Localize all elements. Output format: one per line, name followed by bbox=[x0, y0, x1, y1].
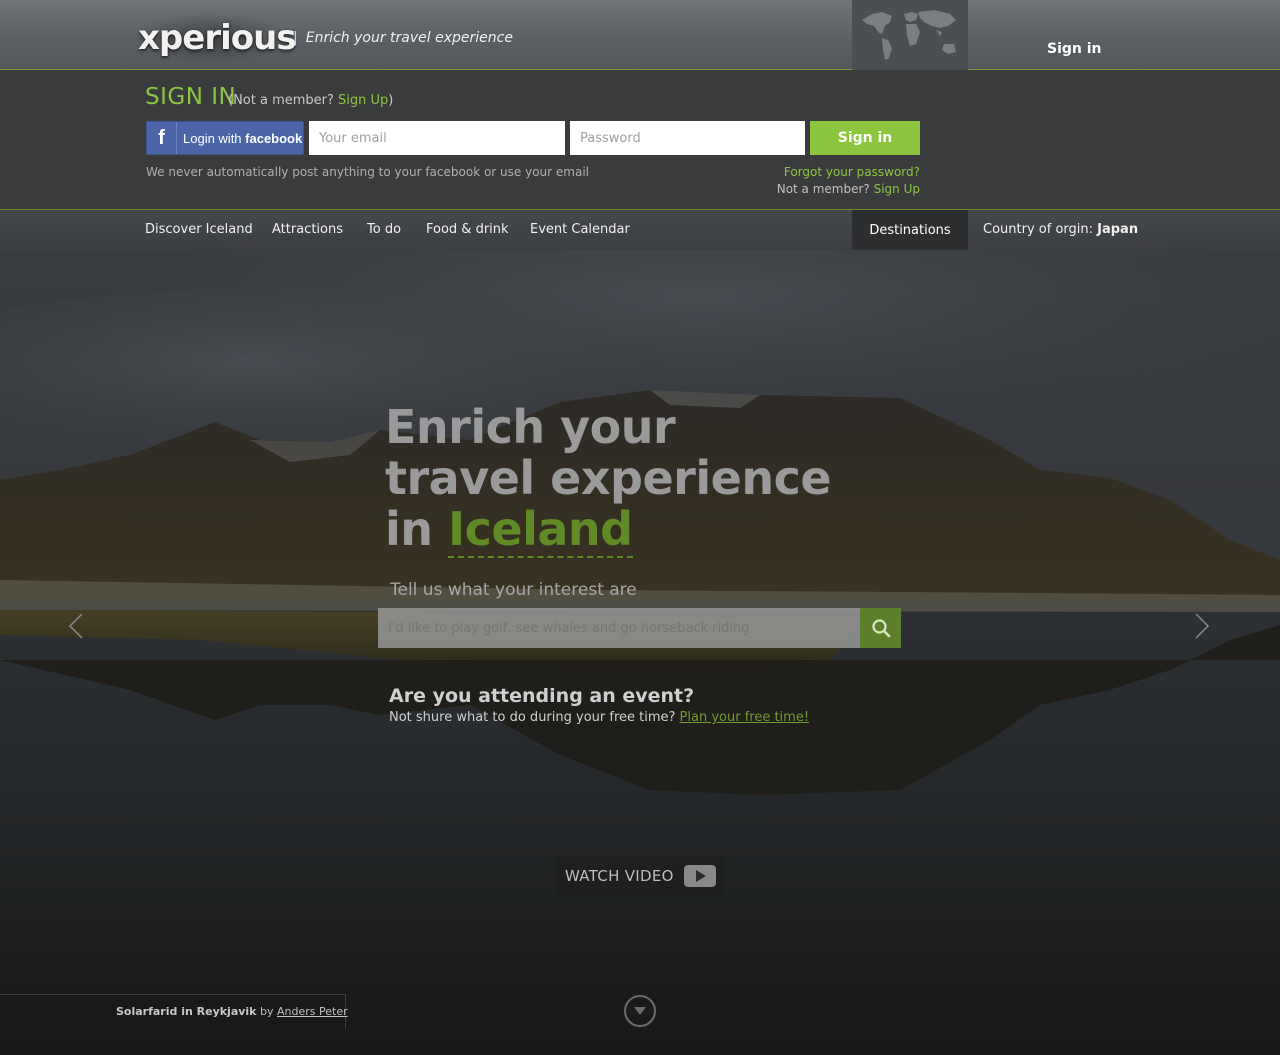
photo-author-link[interactable]: Anders Peter bbox=[277, 1005, 348, 1018]
sign-in-sub-suffix: ) bbox=[388, 93, 394, 108]
search-icon bbox=[871, 619, 890, 638]
tagline-text: Enrich your travel experience bbox=[305, 30, 513, 46]
play-video-icon bbox=[683, 865, 716, 887]
watch-video-button[interactable]: WATCH VIDEO bbox=[556, 857, 724, 895]
nav-item-to-do[interactable]: To do bbox=[367, 222, 401, 237]
interest-search-input[interactable] bbox=[378, 608, 860, 648]
facebook-login-brand: facebook bbox=[245, 130, 303, 146]
tagline-separator: | bbox=[293, 30, 298, 46]
plan-free-time-link[interactable]: Plan your free time! bbox=[680, 710, 810, 725]
not-member-prefix: Not a member? bbox=[776, 182, 874, 196]
facebook-login-button[interactable]: f Login with facebook bbox=[146, 121, 304, 155]
sign-in-sub-prefix: (Not a member? bbox=[228, 93, 339, 108]
photo-credit: Solarfarid in Reykjavik by Anders Peter bbox=[116, 1005, 348, 1018]
photo-by: by bbox=[256, 1005, 278, 1018]
nav-item-food-drink[interactable]: Food & drink bbox=[426, 222, 509, 237]
headline-line-2: travel experience bbox=[385, 451, 832, 505]
password-input[interactable] bbox=[570, 121, 805, 155]
headline-line-3-prefix: in bbox=[385, 502, 449, 556]
top-bar: xperious | Enrich your travel experience … bbox=[0, 0, 1280, 70]
sign-in-button[interactable]: Sign in bbox=[810, 121, 920, 155]
event-sub-prefix: Not shure what to do during your free ti… bbox=[389, 710, 680, 725]
main-nav: Discover Iceland Attractions To do Food … bbox=[0, 210, 1280, 250]
facebook-login-label: Login with facebook bbox=[177, 131, 302, 146]
sign-in-title: SIGN IN bbox=[145, 84, 237, 110]
country-value: Japan bbox=[1097, 222, 1139, 237]
sign-up-link[interactable]: Sign Up bbox=[338, 93, 388, 108]
email-input[interactable] bbox=[309, 121, 565, 155]
country-of-origin[interactable]: Country of orgin: Japan bbox=[983, 222, 1138, 237]
scroll-down-button[interactable] bbox=[624, 995, 656, 1027]
watch-video-label: WATCH VIDEO bbox=[565, 867, 674, 885]
topbar-sign-in-link[interactable]: Sign in bbox=[1047, 41, 1102, 57]
country-label: Country of orgin: bbox=[983, 222, 1098, 237]
facebook-login-prefix: Login with bbox=[183, 130, 246, 146]
search-button[interactable] bbox=[860, 608, 901, 648]
not-member-line: Not a member? Sign Up bbox=[777, 182, 920, 196]
destination-highlight[interactable]: Iceland bbox=[448, 502, 633, 558]
photo-credit-bar: Solarfarid in Reykjavik by Anders Peter bbox=[0, 994, 348, 1029]
forgot-password-link[interactable]: Forgot your password? bbox=[784, 165, 920, 179]
world-map-icon[interactable] bbox=[852, 0, 968, 70]
sign-up-link-secondary[interactable]: Sign Up bbox=[874, 182, 920, 196]
event-subtext: Not shure what to do during your free ti… bbox=[389, 710, 809, 725]
sign-in-panel: SIGN IN (Not a member? Sign Up) f Login … bbox=[0, 70, 1280, 210]
hero-headline: Enrich your travel experience in Iceland bbox=[385, 400, 832, 558]
event-question: Are you attending an event? bbox=[389, 685, 695, 707]
sign-in-subtitle: (Not a member? Sign Up) bbox=[228, 93, 393, 108]
logo[interactable]: xperious bbox=[138, 14, 297, 62]
headline-line-3: in Iceland bbox=[385, 502, 831, 558]
facebook-icon: f bbox=[147, 122, 177, 154]
privacy-disclaimer: We never automatically post anything to … bbox=[146, 165, 589, 179]
nav-item-discover-iceland[interactable]: Discover Iceland bbox=[145, 222, 253, 237]
interest-label: Tell us what your interest are bbox=[390, 580, 637, 600]
photo-title: Solarfarid in Reykjavik bbox=[116, 1005, 257, 1018]
nav-item-event-calendar[interactable]: Event Calendar bbox=[530, 222, 630, 237]
nav-item-attractions[interactable]: Attractions bbox=[272, 222, 343, 237]
slider-next-arrow-icon[interactable] bbox=[1192, 612, 1212, 640]
destinations-tab[interactable]: Destinations bbox=[852, 210, 968, 250]
page: xperious | Enrich your travel experience … bbox=[0, 0, 1280, 1055]
tagline: | Enrich your travel experience bbox=[293, 30, 513, 46]
chevron-down-icon bbox=[634, 1007, 646, 1015]
headline-line-1: Enrich your bbox=[385, 400, 676, 454]
slider-prev-arrow-icon[interactable] bbox=[66, 612, 86, 640]
